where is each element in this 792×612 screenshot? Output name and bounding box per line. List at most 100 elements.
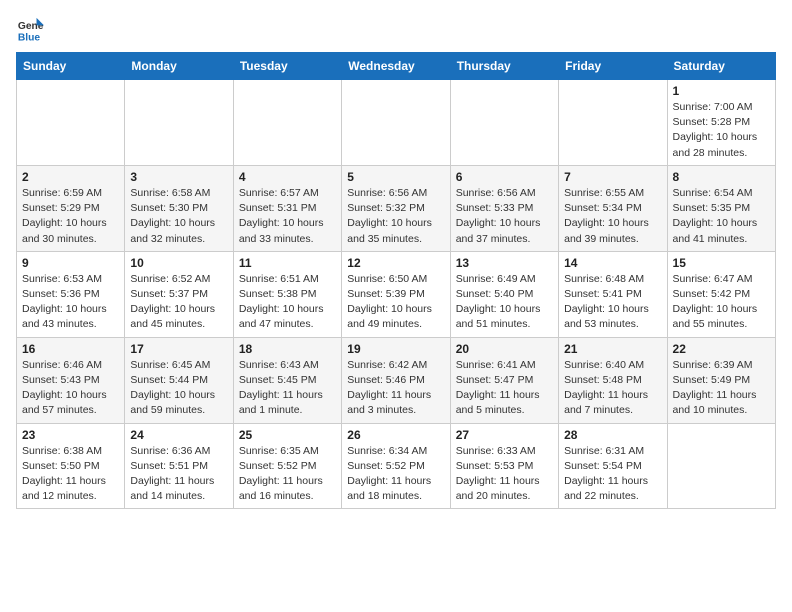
- logo: General Blue: [16, 16, 48, 44]
- week-row-4: 23 Sunrise: 6:38 AMSunset: 5:50 PMDayligh…: [17, 423, 776, 509]
- day-info: Sunrise: 6:55 AMSunset: 5:34 PMDaylight:…: [564, 186, 661, 247]
- day-number: 10: [130, 256, 227, 270]
- weekday-header-sunday: Sunday: [17, 53, 125, 80]
- weekday-header-tuesday: Tuesday: [233, 53, 341, 80]
- week-row-2: 9 Sunrise: 6:53 AMSunset: 5:36 PMDaylight…: [17, 251, 776, 337]
- calendar-cell: 19 Sunrise: 6:42 AMSunset: 5:46 PMDayligh…: [342, 337, 450, 423]
- day-info: Sunrise: 6:57 AMSunset: 5:31 PMDaylight:…: [239, 186, 336, 247]
- day-number: 15: [673, 256, 770, 270]
- day-info: Sunrise: 6:56 AMSunset: 5:33 PMDaylight:…: [456, 186, 553, 247]
- calendar-cell: 13 Sunrise: 6:49 AMSunset: 5:40 PMDayligh…: [450, 251, 558, 337]
- day-info: Sunrise: 6:36 AMSunset: 5:51 PMDaylight:…: [130, 444, 227, 505]
- calendar-cell: [125, 80, 233, 166]
- day-number: 5: [347, 170, 444, 184]
- calendar-cell: 6 Sunrise: 6:56 AMSunset: 5:33 PMDaylight…: [450, 165, 558, 251]
- weekday-header-monday: Monday: [125, 53, 233, 80]
- day-number: 9: [22, 256, 119, 270]
- svg-text:Blue: Blue: [18, 32, 41, 43]
- day-number: 22: [673, 342, 770, 356]
- calendar-cell: 14Sunrise: 6:48 AMSunset: 5:41 PMDayligh…: [559, 251, 667, 337]
- day-info: Sunrise: 6:43 AMSunset: 5:45 PMDaylight:…: [239, 358, 336, 419]
- calendar-cell: 4 Sunrise: 6:57 AMSunset: 5:31 PMDaylight…: [233, 165, 341, 251]
- day-number: 4: [239, 170, 336, 184]
- day-info: Sunrise: 6:39 AMSunset: 5:49 PMDaylight:…: [673, 358, 770, 419]
- day-info: Sunrise: 6:31 AMSunset: 5:54 PMDaylight:…: [564, 444, 661, 505]
- calendar-cell: 20Sunrise: 6:41 AMSunset: 5:47 PMDayligh…: [450, 337, 558, 423]
- calendar-cell: 22 Sunrise: 6:39 AMSunset: 5:49 PMDayligh…: [667, 337, 775, 423]
- week-row-0: 1 Sunrise: 7:00 AMSunset: 5:28 PMDaylight…: [17, 80, 776, 166]
- calendar-cell: 11 Sunrise: 6:51 AMSunset: 5:38 PMDayligh…: [233, 251, 341, 337]
- day-number: 2: [22, 170, 119, 184]
- day-number: 7: [564, 170, 661, 184]
- calendar-cell: 28 Sunrise: 6:31 AMSunset: 5:54 PMDayligh…: [559, 423, 667, 509]
- day-number: 3: [130, 170, 227, 184]
- day-number: 12: [347, 256, 444, 270]
- day-info: Sunrise: 6:49 AMSunset: 5:40 PMDaylight:…: [456, 272, 553, 333]
- day-info: Sunrise: 6:40 AMSunset: 5:48 PMDaylight:…: [564, 358, 661, 419]
- calendar-cell: 21 Sunrise: 6:40 AMSunset: 5:48 PMDayligh…: [559, 337, 667, 423]
- day-number: 21: [564, 342, 661, 356]
- day-info: Sunrise: 6:46 AMSunset: 5:43 PMDaylight:…: [22, 358, 119, 419]
- day-info: Sunrise: 6:53 AMSunset: 5:36 PMDaylight:…: [22, 272, 119, 333]
- day-info: Sunrise: 6:54 AMSunset: 5:35 PMDaylight:…: [673, 186, 770, 247]
- calendar-cell: [450, 80, 558, 166]
- day-number: 24: [130, 428, 227, 442]
- calendar-cell: [559, 80, 667, 166]
- day-number: 25: [239, 428, 336, 442]
- day-number: 17: [130, 342, 227, 356]
- day-number: 16: [22, 342, 119, 356]
- day-info: Sunrise: 7:00 AMSunset: 5:28 PMDaylight:…: [673, 100, 770, 161]
- weekday-header-thursday: Thursday: [450, 53, 558, 80]
- day-number: 6: [456, 170, 553, 184]
- logo-icon: General Blue: [16, 16, 44, 44]
- calendar-cell: 1 Sunrise: 7:00 AMSunset: 5:28 PMDaylight…: [667, 80, 775, 166]
- calendar-cell: 18 Sunrise: 6:43 AMSunset: 5:45 PMDayligh…: [233, 337, 341, 423]
- day-number: 11: [239, 256, 336, 270]
- calendar-cell: 23 Sunrise: 6:38 AMSunset: 5:50 PMDayligh…: [17, 423, 125, 509]
- week-row-3: 16 Sunrise: 6:46 AMSunset: 5:43 PMDayligh…: [17, 337, 776, 423]
- day-info: Sunrise: 6:45 AMSunset: 5:44 PMDaylight:…: [130, 358, 227, 419]
- calendar-cell: 24 Sunrise: 6:36 AMSunset: 5:51 PMDayligh…: [125, 423, 233, 509]
- weekday-header-saturday: Saturday: [667, 53, 775, 80]
- calendar-cell: 25 Sunrise: 6:35 AMSunset: 5:52 PMDayligh…: [233, 423, 341, 509]
- calendar-cell: 17 Sunrise: 6:45 AMSunset: 5:44 PMDayligh…: [125, 337, 233, 423]
- calendar-table: SundayMondayTuesdayWednesdayThursdayFrid…: [16, 52, 776, 509]
- day-info: Sunrise: 6:35 AMSunset: 5:52 PMDaylight:…: [239, 444, 336, 505]
- day-info: Sunrise: 6:52 AMSunset: 5:37 PMDaylight:…: [130, 272, 227, 333]
- calendar-cell: 10 Sunrise: 6:52 AMSunset: 5:37 PMDayligh…: [125, 251, 233, 337]
- calendar-cell: 2 Sunrise: 6:59 AMSunset: 5:29 PMDaylight…: [17, 165, 125, 251]
- day-info: Sunrise: 6:34 AMSunset: 5:52 PMDaylight:…: [347, 444, 444, 505]
- day-info: Sunrise: 6:42 AMSunset: 5:46 PMDaylight:…: [347, 358, 444, 419]
- day-info: Sunrise: 6:33 AMSunset: 5:53 PMDaylight:…: [456, 444, 553, 505]
- day-info: Sunrise: 6:56 AMSunset: 5:32 PMDaylight:…: [347, 186, 444, 247]
- weekday-header-row: SundayMondayTuesdayWednesdayThursdayFrid…: [17, 53, 776, 80]
- calendar-cell: [17, 80, 125, 166]
- header: General Blue: [16, 16, 776, 44]
- calendar-cell: [233, 80, 341, 166]
- day-number: 26: [347, 428, 444, 442]
- day-info: Sunrise: 6:51 AMSunset: 5:38 PMDaylight:…: [239, 272, 336, 333]
- day-number: 19: [347, 342, 444, 356]
- day-number: 23: [22, 428, 119, 442]
- day-number: 18: [239, 342, 336, 356]
- day-number: 14: [564, 256, 661, 270]
- day-number: 20: [456, 342, 553, 356]
- day-info: Sunrise: 6:58 AMSunset: 5:30 PMDaylight:…: [130, 186, 227, 247]
- weekday-header-wednesday: Wednesday: [342, 53, 450, 80]
- day-number: 28: [564, 428, 661, 442]
- calendar-cell: 26 Sunrise: 6:34 AMSunset: 5:52 PMDayligh…: [342, 423, 450, 509]
- calendar-cell: 16 Sunrise: 6:46 AMSunset: 5:43 PMDayligh…: [17, 337, 125, 423]
- day-number: 8: [673, 170, 770, 184]
- calendar-cell: 7 Sunrise: 6:55 AMSunset: 5:34 PMDaylight…: [559, 165, 667, 251]
- calendar-cell: 9 Sunrise: 6:53 AMSunset: 5:36 PMDaylight…: [17, 251, 125, 337]
- day-info: Sunrise: 6:50 AMSunset: 5:39 PMDaylight:…: [347, 272, 444, 333]
- calendar-cell: 27Sunrise: 6:33 AMSunset: 5:53 PMDayligh…: [450, 423, 558, 509]
- calendar-cell: [667, 423, 775, 509]
- day-info: Sunrise: 6:38 AMSunset: 5:50 PMDaylight:…: [22, 444, 119, 505]
- day-info: Sunrise: 6:59 AMSunset: 5:29 PMDaylight:…: [22, 186, 119, 247]
- day-number: 13: [456, 256, 553, 270]
- day-number: 1: [673, 84, 770, 98]
- calendar-cell: 12 Sunrise: 6:50 AMSunset: 5:39 PMDayligh…: [342, 251, 450, 337]
- calendar-cell: 8 Sunrise: 6:54 AMSunset: 5:35 PMDaylight…: [667, 165, 775, 251]
- calendar-cell: 5 Sunrise: 6:56 AMSunset: 5:32 PMDaylight…: [342, 165, 450, 251]
